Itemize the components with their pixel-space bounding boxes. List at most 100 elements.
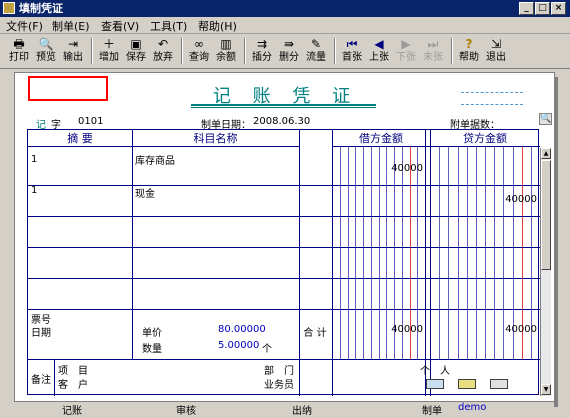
exit-icon: ⇲	[490, 37, 502, 51]
minimize-button[interactable]: _	[519, 2, 534, 15]
digit-column-line	[457, 147, 459, 359]
salesman-label: 业务员	[264, 380, 294, 391]
maximize-button[interactable]: □	[535, 2, 550, 15]
title-underline	[191, 104, 376, 106]
total-debit: 40000	[391, 324, 423, 335]
last-icon: ⏭	[427, 37, 439, 51]
page-shadow	[554, 77, 558, 407]
quantity-unit: 个	[262, 344, 272, 355]
maker-label: 制单	[422, 406, 442, 417]
row-2-account[interactable]: 现金	[135, 185, 155, 200]
grid-column-line	[332, 130, 333, 396]
menu-help[interactable]: 帮助(H)	[198, 18, 237, 34]
add-button[interactable]: ＋增加	[96, 36, 122, 66]
row-line	[28, 247, 540, 248]
grid-column-line	[425, 130, 426, 396]
print-button[interactable]: 🖶 打印	[6, 36, 32, 66]
signature-row: 记账 审核 出纳 制单 demo	[14, 402, 555, 417]
preview-icon: 🔍	[38, 37, 54, 51]
bookkeeping-label: 记账	[62, 406, 82, 417]
project-label: 项 目	[58, 366, 88, 377]
row-2-summary[interactable]: 1	[31, 185, 37, 196]
row-1-summary[interactable]: 1	[31, 154, 37, 165]
row-line	[28, 309, 540, 310]
row-line	[28, 185, 540, 186]
header-debit: 借方金额	[332, 130, 430, 147]
vertical-scrollbar[interactable]: ▲ ▼	[540, 148, 551, 396]
voucher-grid: 摘 要 科目名称 借方金额 贷方金额 1 库存商品 40000 1 现金 400…	[27, 129, 551, 396]
search-icon[interactable]: 🔍	[539, 113, 552, 125]
audit-label: 审核	[176, 406, 196, 417]
voucher-number[interactable]: 0101	[78, 116, 103, 127]
grid-column-line	[132, 130, 133, 360]
help-button[interactable]: ? 帮助	[456, 36, 482, 66]
prev-voucher-button[interactable]: ◀ 上张	[366, 36, 392, 66]
maker-name: demo	[458, 402, 487, 413]
row-line	[28, 216, 540, 217]
card-icon[interactable]	[426, 379, 444, 389]
quantity-label: 数量	[142, 344, 162, 355]
menu-edit[interactable]: 制单(E)	[52, 18, 90, 34]
exit-button[interactable]: ⇲ 退出	[483, 36, 509, 66]
remarks-label: 备注	[31, 375, 51, 386]
insert-row-icon: ⇉	[256, 37, 268, 51]
digit-column-line	[370, 147, 372, 359]
total-label: 合 计	[303, 328, 327, 339]
digit-column-line	[363, 147, 364, 359]
row-1-debit[interactable]: 40000	[373, 163, 423, 174]
next-voucher-button[interactable]: ▶ 下张	[393, 36, 419, 66]
preview-button[interactable]: 🔍 预览	[33, 36, 59, 66]
digit-column-line	[475, 147, 477, 359]
add-icon: ＋	[102, 37, 115, 51]
scroll-down-icon[interactable]: ▼	[541, 384, 551, 395]
discard-button[interactable]: ↶ 放弃	[150, 36, 176, 66]
department-label: 部 门	[264, 366, 294, 377]
export-button[interactable]: ⇥ 输出	[60, 36, 86, 66]
voucher-date[interactable]: 2008.06.30	[253, 116, 310, 127]
person-label: 个 人	[420, 366, 450, 377]
row-1-account[interactable]: 库存商品	[135, 152, 175, 167]
toolbar-separator	[451, 38, 453, 64]
flow-icon: ✎	[310, 37, 322, 51]
quantity-value: 5.00000	[218, 340, 260, 351]
grid-column-line	[299, 130, 300, 396]
digit-column-line	[355, 147, 357, 359]
save-button[interactable]: ▣ 保存	[123, 36, 149, 66]
menu-bar: 文件(F) 制单(E) 查看(V) 工具(T) 帮助(H)	[0, 17, 570, 34]
printer-icon: 🖶	[13, 37, 25, 51]
title-bar: 填制凭证 _ □ ×	[0, 0, 570, 17]
window-title: 填制凭证	[19, 2, 63, 15]
menu-view[interactable]: 查看(V)	[101, 18, 139, 34]
total-credit: 40000	[505, 324, 537, 335]
first-voucher-button[interactable]: ⏮ 首张	[339, 36, 365, 66]
insert-row-button[interactable]: ⇉ 插分	[249, 36, 275, 66]
save-icon: ▣	[130, 37, 142, 51]
close-button[interactable]: ×	[551, 2, 566, 15]
menu-file[interactable]: 文件(F)	[6, 18, 43, 34]
menu-tools[interactable]: 工具(T)	[150, 18, 187, 34]
toolbar-separator	[244, 38, 246, 64]
scroll-thumb[interactable]	[541, 160, 551, 270]
grid-column-line	[430, 130, 431, 396]
digit-column-line	[439, 147, 441, 359]
header-summary: 摘 要	[28, 130, 132, 147]
digit-column-line	[485, 147, 486, 359]
remarks-divider	[54, 359, 55, 396]
unit-price: 80.00000	[218, 324, 266, 335]
scroll-up-icon[interactable]: ▲	[541, 148, 551, 159]
prev-icon: ◀	[374, 37, 384, 51]
toolbar-separator	[334, 38, 336, 64]
row-line	[28, 359, 540, 360]
balance-button[interactable]: ▥ 余额	[213, 36, 239, 66]
dashed-line	[461, 104, 523, 105]
query-button[interactable]: ∞ 查询	[186, 36, 212, 66]
digit-column-line	[339, 147, 341, 359]
row-2-credit[interactable]: 40000	[487, 194, 537, 205]
last-voucher-button[interactable]: ⏭ 末张	[420, 36, 446, 66]
cash-flow-button[interactable]: ✎ 流量	[303, 36, 329, 66]
note-icon[interactable]	[458, 379, 476, 389]
chart-icon[interactable]	[490, 379, 508, 389]
title-underline-thin	[191, 107, 376, 108]
info-date-label: 日期	[31, 328, 51, 339]
delete-row-button[interactable]: ⇛ 删分	[276, 36, 302, 66]
